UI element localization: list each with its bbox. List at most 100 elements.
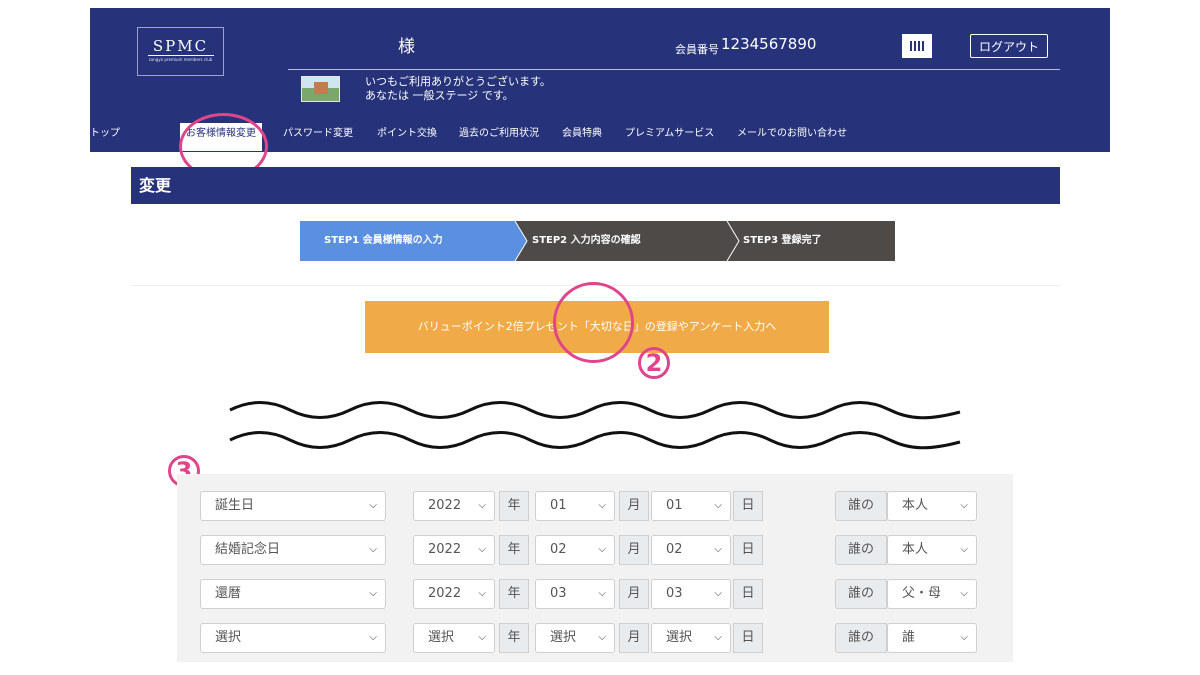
chevron-down-icon: ⌵ — [960, 544, 968, 555]
user-name: 様 — [398, 37, 415, 57]
spmc-logo[interactable]: SPMC sangyo premium members club — [137, 27, 224, 76]
year-select[interactable]: 2022 ⌵ — [413, 535, 495, 565]
day-unit: 日 — [733, 535, 763, 565]
month-value: 02 — [550, 542, 567, 557]
who-select[interactable]: 本人 ⌵ — [887, 535, 977, 565]
event-value: 結婚記念日 — [215, 542, 281, 557]
month-select[interactable]: 選択 ⌵ — [535, 623, 615, 653]
year-value: 選択 — [428, 630, 455, 645]
day-unit: 日 — [733, 623, 763, 653]
nav-item-point-exchange[interactable]: ポイント交換 — [377, 123, 437, 151]
important-days-form: 誕生日 ⌵ 2022 ⌵ 年 01 ⌵ 月 01 ⌵ 日 誰の 本人 ⌵ 結婚記念日 ⌵ 2… — [177, 474, 1013, 662]
month-value: 選択 — [550, 630, 577, 645]
who-label: 誰の — [835, 491, 887, 521]
year-select[interactable]: 2022 ⌵ — [413, 579, 495, 609]
year-unit: 年 — [499, 623, 529, 653]
nav-item-premium[interactable]: プレミアムサービス — [625, 123, 714, 151]
nav-item-password[interactable]: パスワード変更 — [283, 123, 353, 151]
chevron-down-icon: ⌵ — [960, 588, 968, 599]
month-select[interactable]: 03 ⌵ — [535, 579, 615, 609]
month-select[interactable]: 01 ⌵ — [535, 491, 615, 521]
day-select[interactable]: 03 ⌵ — [651, 579, 731, 609]
logo-subtext: sangyo premium members club — [148, 57, 213, 62]
chevron-down-icon: ⌵ — [369, 588, 377, 599]
page-title: 変更 — [131, 167, 1060, 204]
day-select[interactable]: 選択 ⌵ — [651, 623, 731, 653]
year-value: 2022 — [428, 542, 462, 557]
month-value: 01 — [550, 498, 567, 513]
day-unit: 日 — [733, 579, 763, 609]
who-select[interactable]: 誰 ⌵ — [887, 623, 977, 653]
chevron-down-icon: ⌵ — [598, 500, 606, 511]
logo-divider — [147, 55, 214, 56]
month-select[interactable]: 02 ⌵ — [535, 535, 615, 565]
member-number: 1234567890 — [721, 35, 817, 53]
day-value: 01 — [666, 498, 683, 513]
form-row: 選択 ⌵ 選択 ⌵ 年 選択 ⌵ 月 選択 ⌵ 日 誰の 誰 ⌵ — [177, 623, 1013, 653]
chevron-down-icon: ⌵ — [714, 500, 722, 511]
year-unit: 年 — [499, 579, 529, 609]
month-value: 03 — [550, 586, 567, 601]
logo-text: SPMC — [152, 37, 209, 55]
chevron-down-icon: ⌵ — [478, 500, 486, 511]
day-select[interactable]: 02 ⌵ — [651, 535, 731, 565]
chevron-down-icon: ⌵ — [960, 500, 968, 511]
event-select[interactable]: 結婚記念日 ⌵ — [200, 535, 386, 565]
step-arrow-2 — [719, 221, 740, 261]
month-unit: 月 — [619, 623, 649, 653]
year-select[interactable]: 2022 ⌵ — [413, 491, 495, 521]
year-unit: 年 — [499, 535, 529, 565]
omission-waves — [229, 401, 961, 450]
welcome-line-2: あなたは 一般ステージ です。 — [365, 89, 514, 102]
year-select[interactable]: 選択 ⌵ — [413, 623, 495, 653]
chevron-down-icon: ⌵ — [478, 632, 486, 643]
month-unit: 月 — [619, 579, 649, 609]
step-1: STEP1 会員様情報の入力 — [300, 221, 522, 261]
month-unit: 月 — [619, 535, 649, 565]
nav-item-top[interactable]: トップ — [90, 123, 120, 151]
member-number-label: 会員番号 — [675, 43, 719, 56]
month-unit: 月 — [619, 491, 649, 521]
step-indicator: STEP1 会員様情報の入力 STEP2 入力内容の確認 STEP3 登録完了 — [300, 221, 895, 261]
year-unit: 年 — [499, 491, 529, 521]
chevron-down-icon: ⌵ — [714, 588, 722, 599]
chevron-down-icon: ⌵ — [960, 632, 968, 643]
who-value: 誰 — [902, 630, 916, 645]
event-value: 誕生日 — [215, 498, 255, 513]
day-value: 03 — [666, 586, 683, 601]
year-value: 2022 — [428, 586, 462, 601]
chevron-down-icon: ⌵ — [369, 500, 377, 511]
form-row: 結婚記念日 ⌵ 2022 ⌵ 年 02 ⌵ 月 02 ⌵ 日 誰の 本人 ⌵ — [177, 535, 1013, 565]
logout-button[interactable]: ログアウト — [970, 34, 1048, 58]
welcome-line-1: いつもご利用ありがとうございます。 — [365, 75, 551, 88]
who-select[interactable]: 父・母 ⌵ — [887, 579, 977, 609]
header-divider — [288, 69, 1060, 70]
barcode-button[interactable] — [902, 34, 932, 58]
welcome-message: いつもご利用ありがとうございます。 あなたは 一般ステージ です。 — [365, 75, 551, 103]
day-select[interactable]: 01 ⌵ — [651, 491, 731, 521]
chevron-down-icon: ⌵ — [478, 544, 486, 555]
day-unit: 日 — [733, 491, 763, 521]
who-value: 本人 — [902, 542, 929, 557]
who-label: 誰の — [835, 535, 887, 565]
event-select[interactable]: 還暦 ⌵ — [200, 579, 386, 609]
step-3: STEP3 登録完了 — [719, 221, 895, 261]
who-select[interactable]: 本人 ⌵ — [887, 491, 977, 521]
event-select[interactable]: 選択 ⌵ — [200, 623, 386, 653]
chevron-down-icon: ⌵ — [598, 632, 606, 643]
chevron-down-icon: ⌵ — [598, 588, 606, 599]
barcode-icon-bar — [922, 41, 924, 51]
who-value: 父・母 — [902, 586, 942, 601]
barcode-icon-bar — [914, 41, 916, 51]
nav-item-history[interactable]: 過去のご利用状況 — [459, 123, 539, 151]
who-label: 誰の — [835, 579, 887, 609]
stage-thumbnail — [301, 76, 340, 102]
who-value: 本人 — [902, 498, 929, 513]
nav-item-benefits[interactable]: 会員特典 — [562, 123, 602, 151]
event-select[interactable]: 誕生日 ⌵ — [200, 491, 386, 521]
chevron-down-icon: ⌵ — [478, 588, 486, 599]
chevron-down-icon: ⌵ — [369, 544, 377, 555]
nav-item-contact[interactable]: メールでのお問い合わせ — [737, 123, 847, 151]
barcode-icon — [910, 41, 912, 51]
chevron-down-icon: ⌵ — [369, 632, 377, 643]
